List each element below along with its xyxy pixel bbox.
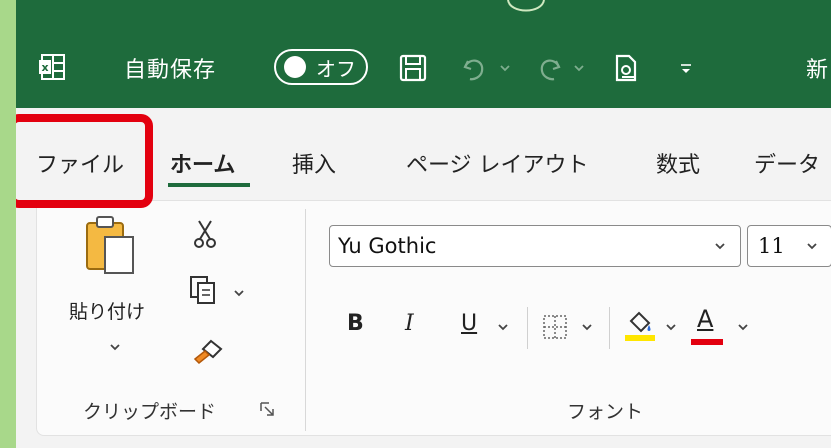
format-divider bbox=[527, 307, 528, 349]
autosave-state: オフ bbox=[316, 56, 356, 81]
fill-color-dropdown-chevron-icon[interactable] bbox=[665, 321, 677, 333]
font-color-button[interactable]: A bbox=[697, 305, 713, 333]
borders-icon[interactable] bbox=[541, 313, 569, 341]
tab-page-layout[interactable]: ページ レイアウト bbox=[406, 147, 589, 179]
redo-icon[interactable] bbox=[534, 53, 564, 83]
paste-label[interactable]: 貼り付け bbox=[69, 297, 145, 324]
italic-button[interactable]: I bbox=[405, 311, 414, 336]
clipboard-group-label: クリップボード bbox=[83, 401, 217, 423]
toggle-knob bbox=[284, 56, 306, 78]
font-name-dropdown[interactable]: Yu Gothic bbox=[329, 225, 741, 267]
format-divider bbox=[609, 307, 610, 349]
paste-icon[interactable] bbox=[83, 213, 139, 277]
copy-dropdown-chevron-icon[interactable] bbox=[233, 287, 245, 299]
undo-dropdown-chevron-icon[interactable] bbox=[499, 62, 511, 74]
title-bar: x 自動保存 オフ 新 bbox=[16, 0, 831, 108]
excel-window: x 自動保存 オフ 新 ファイル ホーム 挿入 ページ レイアウト 数式 データ… bbox=[16, 0, 831, 448]
font-size-dropdown[interactable]: 11 bbox=[747, 225, 831, 267]
underline-dropdown-chevron-icon[interactable] bbox=[497, 321, 509, 333]
decorative-circle-icon bbox=[507, 0, 545, 12]
active-tab-indicator bbox=[168, 183, 250, 187]
ribbon-area: 貼り付け クリップボード Yu Gothic 11 B I U A フォント bbox=[16, 200, 831, 448]
undo-icon[interactable] bbox=[460, 53, 490, 83]
format-painter-icon[interactable] bbox=[193, 337, 225, 365]
copy-icon[interactable] bbox=[189, 275, 217, 305]
redo-dropdown-chevron-icon[interactable] bbox=[573, 62, 585, 74]
print-preview-icon[interactable] bbox=[612, 52, 642, 84]
window-title: 新 bbox=[806, 58, 829, 83]
autosave-label: 自動保存 bbox=[124, 58, 217, 83]
font-color-swatch bbox=[691, 339, 723, 345]
svg-text:x: x bbox=[41, 61, 48, 74]
autosave-toggle[interactable]: オフ bbox=[274, 49, 368, 85]
paste-dropdown-chevron-icon[interactable] bbox=[109, 341, 121, 353]
borders-dropdown-chevron-icon[interactable] bbox=[581, 321, 593, 333]
tab-home[interactable]: ホーム bbox=[170, 147, 235, 179]
font-size-value: 11 bbox=[758, 234, 785, 258]
font-size-chevron-icon[interactable] bbox=[806, 240, 818, 252]
excel-logo-icon: x bbox=[39, 54, 65, 80]
underline-button[interactable]: U bbox=[461, 311, 477, 336]
group-separator bbox=[305, 209, 306, 431]
tab-formulas[interactable]: 数式 bbox=[656, 147, 700, 179]
font-name-value: Yu Gothic bbox=[338, 234, 437, 258]
ribbon-panel: 貼り付け クリップボード Yu Gothic 11 B I U A フォント bbox=[36, 200, 831, 436]
font-group-label: フォント bbox=[567, 401, 644, 423]
save-icon[interactable] bbox=[398, 53, 428, 83]
bold-button[interactable]: B bbox=[347, 311, 364, 336]
tab-data[interactable]: データ bbox=[754, 147, 820, 179]
clipboard-dialog-launcher-icon[interactable] bbox=[259, 401, 275, 417]
file-tab-highlight bbox=[16, 114, 153, 208]
font-name-chevron-icon[interactable] bbox=[714, 240, 726, 252]
cut-icon[interactable] bbox=[193, 219, 217, 249]
fill-color-icon[interactable] bbox=[623, 309, 657, 343]
tab-insert[interactable]: 挿入 bbox=[292, 147, 336, 179]
font-color-dropdown-chevron-icon[interactable] bbox=[737, 321, 749, 333]
customize-toolbar-icon[interactable] bbox=[678, 60, 694, 76]
